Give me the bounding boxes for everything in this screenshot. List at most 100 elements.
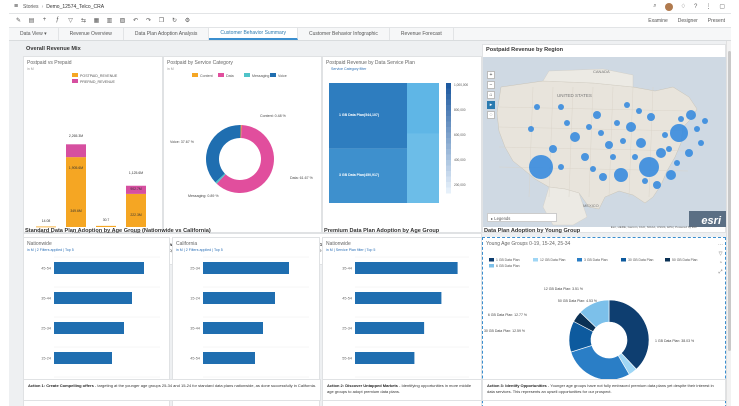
zoom-in-icon[interactable]: + xyxy=(487,71,495,79)
chart-type-icon[interactable]: ◔ xyxy=(718,260,723,266)
present-button[interactable]: Present xyxy=(708,18,725,24)
data-service-plan-title: Postpaid Revenue by Data Service Plan xyxy=(326,60,415,66)
data-label: 14.08 xyxy=(42,219,51,223)
tab-revenue-forecast[interactable]: Revenue Forecast xyxy=(390,28,454,40)
color-scale-step xyxy=(446,182,451,188)
avatar[interactable] xyxy=(664,2,673,11)
tab-customer-behavior-infographic[interactable]: Customer Behavior Infographic xyxy=(298,28,390,40)
select-icon[interactable]: ▸ xyxy=(487,101,495,109)
standard-california-sub[interactable]: in M | 2 Filters applied | Top 5 xyxy=(176,248,223,252)
premium-nationwide-sub[interactable]: in M | Service Plan filter | Top 5 xyxy=(326,248,375,252)
more-icon[interactable]: ⋮ xyxy=(705,3,711,10)
scrollbar-thumb[interactable] xyxy=(728,51,731,351)
age-group-bar xyxy=(203,292,275,304)
postpaid-vs-prepaid-panel[interactable]: Postpaid vs Prepaid in M POSTPAID_REVENU… xyxy=(23,56,163,234)
data-service-plan-panel[interactable]: Postpaid Revenue by Data Service Plan Se… xyxy=(322,56,482,233)
table-icon[interactable]: ▦ xyxy=(93,17,100,24)
lasso-icon[interactable]: ◌ xyxy=(487,111,495,119)
legend-swatch xyxy=(621,258,626,262)
color-scale-step xyxy=(446,149,451,155)
age-group-label: 45-54 xyxy=(190,357,200,361)
image-icon[interactable]: ▨ xyxy=(119,17,126,24)
zoom-out-icon[interactable]: − xyxy=(487,81,495,89)
slice-label: 12 GB Data Plan: 3.51 % xyxy=(544,287,583,291)
color-scale-step xyxy=(446,105,451,111)
age-group-label: 15-24 xyxy=(41,357,51,361)
region-bubble xyxy=(534,104,540,110)
region-bubble xyxy=(593,111,601,119)
file-icon[interactable]: ▤ xyxy=(28,17,35,24)
age-group-bar xyxy=(203,322,263,334)
map-zoom-controls: + − ⌂ ▸ ◌ xyxy=(487,71,495,119)
region-bubble xyxy=(590,166,596,172)
legend-label: 30 GB Data Plan xyxy=(628,258,654,262)
designer-button[interactable]: Designer xyxy=(678,18,698,24)
region-bubble xyxy=(639,157,659,177)
service-category-title: Postpaid by Service Category xyxy=(167,60,233,66)
region-bubble xyxy=(564,120,570,126)
premium-nationwide-title: Nationwide xyxy=(326,241,351,247)
legend-swatch xyxy=(489,264,494,268)
region-bubble xyxy=(614,120,620,126)
tab-customer-behavior-summary[interactable]: Customer Behavior Summary xyxy=(209,28,298,40)
tab-label: Data Plan Adoption Analysis xyxy=(134,31,198,37)
slice-label: Data: 61.67 % xyxy=(290,176,314,180)
service-category-panel[interactable]: Postpaid by Service Category in M Conten… xyxy=(163,56,322,233)
search-icon[interactable]: ⌕ xyxy=(653,3,656,10)
us-region-map[interactable]: UNITED STATES MEXICO CANADA xyxy=(483,57,727,227)
notification-count-icon[interactable]: ▢ xyxy=(719,3,725,10)
region-bubble xyxy=(685,149,693,157)
more-options-icon[interactable]: ⋯ xyxy=(718,242,723,248)
examine-button[interactable]: Examine xyxy=(648,18,667,24)
tab-data-plan-adoption[interactable]: Data Plan Adoption Analysis xyxy=(124,28,210,40)
copy-icon[interactable]: ❐ xyxy=(158,17,165,24)
age-group-bar xyxy=(355,292,442,304)
map-legend-toggle[interactable]: ▸ Legends xyxy=(487,213,557,222)
age-group-bar xyxy=(355,262,458,274)
refresh-icon[interactable]: ↻ xyxy=(171,17,178,24)
tab-data-view[interactable]: Data View ▾ xyxy=(9,28,59,40)
help-icon[interactable]: ? xyxy=(694,4,697,10)
share-icon[interactable]: ⇆ xyxy=(80,17,87,24)
stack-bar-prepaid xyxy=(66,144,86,158)
legend-swatch xyxy=(489,258,494,262)
settings-icon[interactable]: ⚙ xyxy=(184,17,191,24)
esri-logo: esri xyxy=(701,215,721,227)
redo-icon[interactable]: ↷ xyxy=(145,17,152,24)
hamburger-menu-icon[interactable]: ≡ xyxy=(9,3,23,10)
filter-icon[interactable]: ▽ xyxy=(718,251,723,257)
postpaid-revenue-map-panel[interactable]: Postpaid Revenue by Region UNITED STATES… xyxy=(482,44,727,233)
breadcrumb-stories[interactable]: Stories xyxy=(23,4,39,10)
expand-icon[interactable]: ⤢ xyxy=(718,269,723,275)
legend-swatch xyxy=(665,258,670,262)
region-bubble xyxy=(656,148,666,158)
standard-nationwide-sub[interactable]: in M | 2 Filters applied | Top 5 xyxy=(27,248,74,252)
edit-icon[interactable]: ✎ xyxy=(15,17,22,24)
legend-swatch xyxy=(192,73,198,77)
undo-icon[interactable]: ↶ xyxy=(132,17,139,24)
action-3-title: Action 3: Identify Opportunities xyxy=(487,383,547,388)
region-bubble xyxy=(674,160,680,166)
age-group-bar xyxy=(203,352,255,364)
chart-icon[interactable]: ▥ xyxy=(106,17,113,24)
legend-label: 3 GB Data Plan xyxy=(584,258,608,262)
tab-label: Revenue Overview xyxy=(69,31,112,37)
tab-revenue-overview[interactable]: Revenue Overview xyxy=(59,28,124,40)
region-bubble xyxy=(605,141,613,149)
region-bubble xyxy=(666,146,672,152)
legend-label: Voice xyxy=(278,74,287,78)
legend-label: Messaging xyxy=(252,74,269,78)
color-scale-step xyxy=(446,171,451,177)
formula-icon[interactable]: ƒ xyxy=(54,17,61,24)
region-bubble xyxy=(642,178,648,184)
stack-bar-postpaid xyxy=(96,225,116,227)
notification-icon[interactable]: ♢ xyxy=(681,3,686,10)
page-scrollbar[interactable] xyxy=(726,41,731,406)
home-icon[interactable]: ⌂ xyxy=(487,91,495,99)
region-bubble xyxy=(698,140,704,146)
region-bubble xyxy=(662,132,668,138)
region-bubble xyxy=(549,145,557,153)
legend-label: Content xyxy=(200,74,213,78)
add-icon[interactable]: + xyxy=(41,17,48,24)
filter-icon[interactable]: ▽ xyxy=(67,17,74,24)
